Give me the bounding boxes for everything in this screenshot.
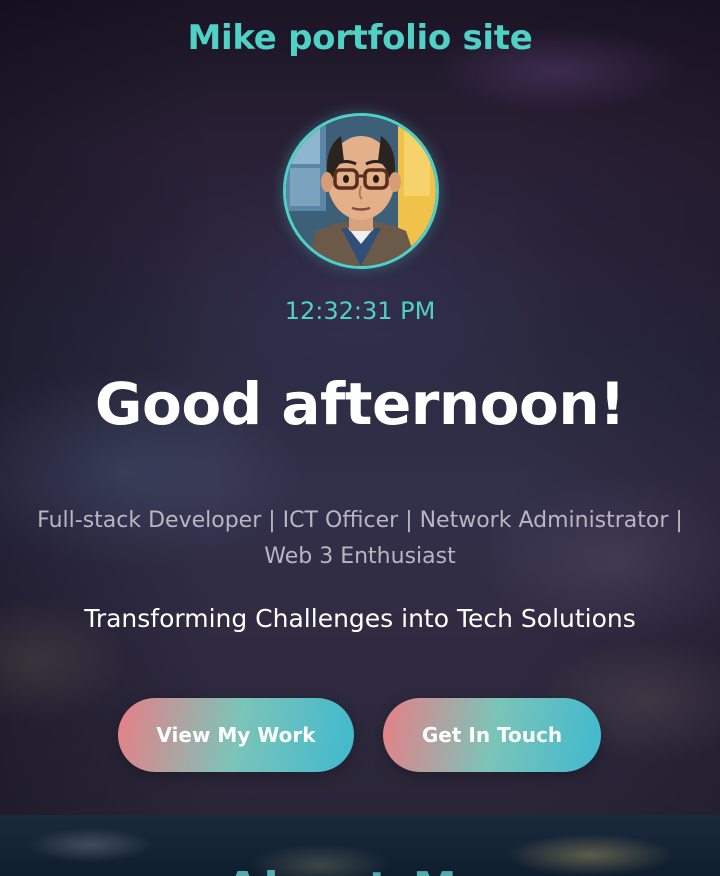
tagline: Transforming Challenges into Tech Soluti… (84, 604, 636, 633)
get-in-touch-button[interactable]: Get In Touch (383, 698, 601, 772)
roles-subtitle: Full-stack Developer | ICT Officer | Net… (37, 508, 683, 569)
about-section-preview: About Me (0, 815, 720, 876)
page: Mike portfolio site 12:32:31 PM Good aft… (0, 0, 720, 876)
about-section-heading: About Me (0, 863, 720, 876)
site-title[interactable]: Mike portfolio site (0, 18, 720, 58)
greeting-heading: Good afternoon! (94, 370, 626, 438)
get-in-touch-label: Get In Touch (421, 723, 563, 747)
view-my-work-button[interactable]: View My Work (118, 698, 354, 772)
avatar-illustration (286, 116, 436, 266)
clock-time: 12:32:31 PM (284, 297, 436, 325)
view-my-work-label: View My Work (156, 723, 316, 747)
avatar (283, 113, 439, 269)
